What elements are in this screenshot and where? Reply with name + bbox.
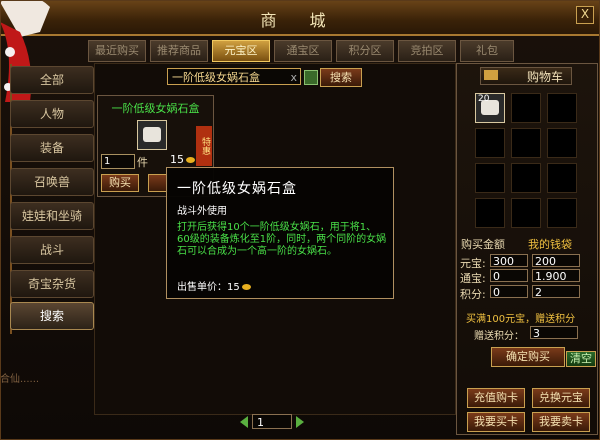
window-border [0,0,600,440]
shop-window: 商 城 X 最近购买 推荐商品 元宝区 通宝区 积分区 竞拍区 礼包 全部 人物… [0,0,600,440]
